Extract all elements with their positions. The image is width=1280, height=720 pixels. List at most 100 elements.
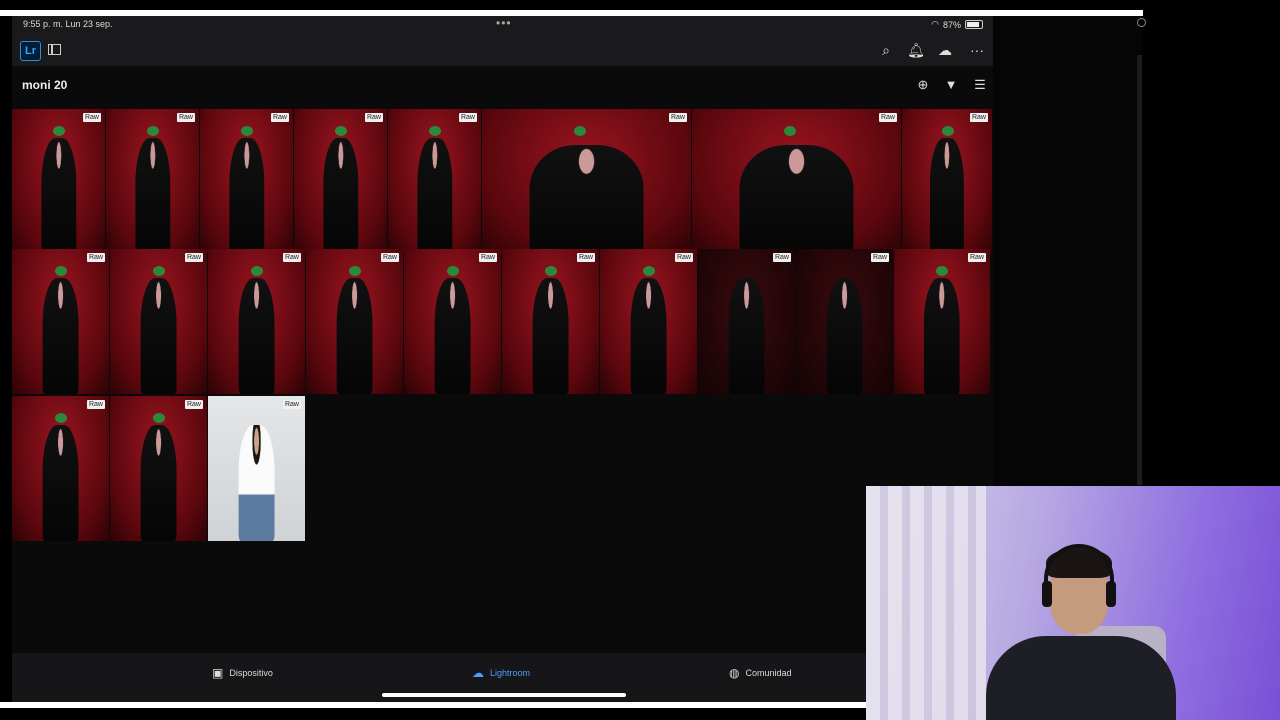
headphone-right xyxy=(1106,581,1116,607)
battery-icon xyxy=(965,20,983,29)
raw-badge: Raw xyxy=(184,400,203,409)
photo-thumbnail[interactable]: Raw xyxy=(12,109,105,254)
desktop-background-panel xyxy=(993,16,1143,486)
photo-thumbnail[interactable]: Raw xyxy=(106,109,199,254)
webcam-curtain xyxy=(866,486,986,720)
webcam-overlay xyxy=(866,486,1280,720)
raw-badge: Raw xyxy=(458,113,477,122)
tab-label-dispositivo: Dispositivo xyxy=(229,668,273,678)
more-icon[interactable]: ··· xyxy=(967,40,987,60)
device-icon: ▣ xyxy=(212,666,224,680)
headphone-left xyxy=(1042,581,1052,607)
photo-subject xyxy=(322,138,359,254)
photo-subject xyxy=(739,145,854,254)
sort-icon[interactable]: ☰ xyxy=(971,76,989,94)
search-icon[interactable]: ⌕ xyxy=(876,40,896,60)
photo-subject xyxy=(826,278,863,394)
feather-headpiece xyxy=(941,126,954,137)
photo-thumbnail[interactable]: Raw xyxy=(404,249,501,394)
photo-thumbnail[interactable]: Raw xyxy=(294,109,387,254)
tab-comunidad[interactable]: ◍ Comunidad xyxy=(729,666,792,680)
raw-badge: Raw xyxy=(870,253,889,262)
desktop-scrollbar[interactable] xyxy=(1137,55,1142,485)
photo-subject xyxy=(40,138,77,254)
feather-headpiece xyxy=(240,126,253,137)
photo-thumbnail[interactable]: Raw xyxy=(482,109,691,254)
headphones-icon xyxy=(1044,544,1114,584)
photo-thumbnail[interactable]: Raw xyxy=(388,109,481,254)
raw-badge: Raw xyxy=(878,113,897,122)
raw-badge: Raw xyxy=(176,113,195,122)
photo-subject xyxy=(238,278,275,394)
tab-label-lightroom: Lightroom xyxy=(490,668,531,678)
photo-thumbnail[interactable]: Raw xyxy=(902,109,992,254)
add-people-icon[interactable]: ⊕ xyxy=(914,76,932,94)
raw-badge: Raw xyxy=(668,113,687,122)
bell-icon[interactable]: 🔔︎ xyxy=(906,40,926,60)
cloud-icon[interactable]: ☁ xyxy=(935,40,955,60)
raw-badge: Raw xyxy=(576,253,595,262)
photo-subject xyxy=(929,138,965,254)
tab-lightroom[interactable]: ☁ Lightroom xyxy=(472,666,530,680)
feather-headpiece xyxy=(936,266,949,277)
feather-headpiece xyxy=(544,266,557,277)
feather-headpiece xyxy=(52,126,65,137)
feather-headpiece xyxy=(54,266,67,277)
feather-headpiece xyxy=(152,413,165,424)
photo-subject xyxy=(416,138,453,254)
lightroom-logo[interactable]: Lr xyxy=(20,41,41,61)
ipad-screen: 9:55 p. m. Lun 23 sep. ••• ◠ 87% Lr ⌕ 🔔︎… xyxy=(12,16,993,704)
photo-thumbnail[interactable]: Raw xyxy=(12,396,109,541)
feather-headpiece xyxy=(642,266,655,277)
photo-thumbnail[interactable]: Raw xyxy=(796,249,893,394)
photo-thumbnail[interactable]: Raw xyxy=(600,249,697,394)
photo-subject xyxy=(630,278,667,394)
sidebar-toggle-icon[interactable] xyxy=(48,44,61,55)
feather-headpiece xyxy=(348,266,361,277)
photo-subject xyxy=(134,138,171,254)
raw-badge: Raw xyxy=(86,400,105,409)
status-bar: 9:55 p. m. Lun 23 sep. ••• ◠ 87% xyxy=(12,16,993,34)
feather-headpiece xyxy=(152,266,165,277)
photo-thumbnail[interactable]: Raw xyxy=(306,249,403,394)
photo-subject xyxy=(140,278,177,394)
feather-headpiece xyxy=(428,126,441,137)
photo-thumbnail[interactable]: Raw xyxy=(200,109,293,254)
photo-thumbnail[interactable]: Raw xyxy=(110,249,207,394)
photo-thumbnail[interactable]: Raw xyxy=(12,249,109,394)
feather-headpiece xyxy=(250,266,263,277)
home-indicator[interactable] xyxy=(382,693,626,697)
photo-subject xyxy=(434,278,471,394)
filter-icon[interactable]: ▼ xyxy=(942,76,960,94)
photo-subject xyxy=(140,425,177,541)
photo-thumbnail[interactable]: Raw xyxy=(692,109,901,254)
photo-thumbnail[interactable]: Raw xyxy=(894,249,990,394)
feather-headpiece xyxy=(783,126,796,137)
battery-percent: 87% xyxy=(942,19,961,30)
multitasking-dots-icon[interactable]: ••• xyxy=(496,16,512,30)
photo-thumbnail[interactable]: Raw xyxy=(698,249,795,394)
raw-badge: Raw xyxy=(184,253,203,262)
photo-thumbnail[interactable]: Raw xyxy=(110,396,207,541)
raw-badge: Raw xyxy=(86,253,105,262)
raw-badge: Raw xyxy=(674,253,693,262)
wifi-icon: ◠ xyxy=(931,19,939,29)
photo-thumbnail[interactable]: Raw xyxy=(502,249,599,394)
photo-thumbnail[interactable]: Raw xyxy=(208,396,305,541)
photo-subject xyxy=(238,425,275,541)
raw-badge: Raw xyxy=(82,113,101,122)
tab-dispositivo[interactable]: ▣ Dispositivo xyxy=(212,666,273,680)
photo-thumbnail[interactable]: Raw xyxy=(208,249,305,394)
lightroom-cloud-icon: ☁ xyxy=(472,666,484,680)
feather-headpiece xyxy=(573,126,586,137)
globe-icon: ◍ xyxy=(729,666,740,680)
raw-badge: Raw xyxy=(282,400,301,409)
photo-subject xyxy=(529,145,644,254)
photo-subject xyxy=(532,278,569,394)
raw-badge: Raw xyxy=(478,253,497,262)
app-toolbar: Lr ⌕ 🔔︎ ☁ ··· xyxy=(12,34,993,66)
feather-headpiece xyxy=(146,126,159,137)
raw-badge: Raw xyxy=(969,113,988,122)
raw-badge: Raw xyxy=(282,253,301,262)
photo-subject xyxy=(923,278,961,394)
